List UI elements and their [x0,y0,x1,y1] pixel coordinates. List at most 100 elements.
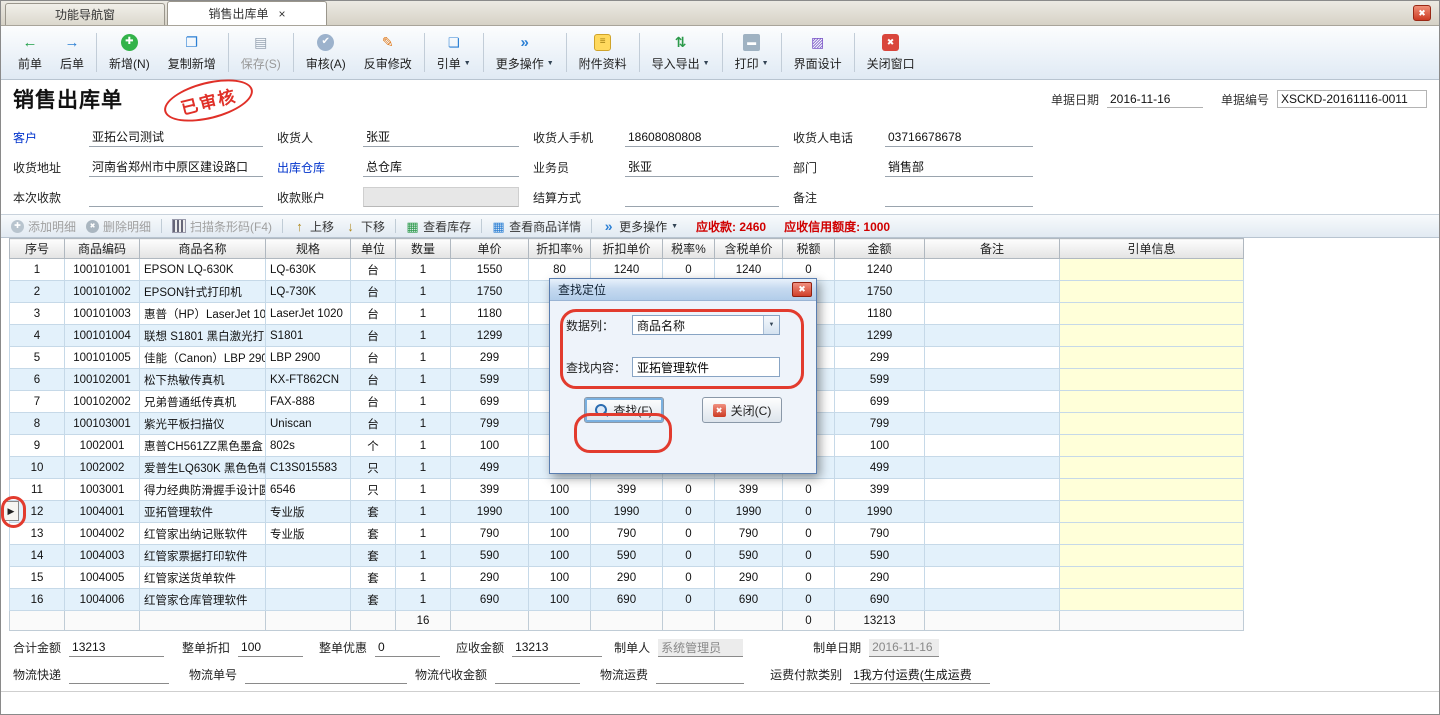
doc-date-field[interactable]: 2016-11-16 [1107,90,1203,108]
cell[interactable]: 1002002 [65,457,140,479]
cell[interactable]: S1801 [266,325,351,347]
footer-value[interactable]: 系统管理员 [658,639,743,657]
cell[interactable]: 100 [451,435,529,457]
cell[interactable]: 0 [783,567,835,589]
cell[interactable]: 1180 [451,303,529,325]
cell[interactable]: 1 [396,369,451,391]
toolbar-button-pull[interactable]: ❏引单▼ [428,28,480,77]
cell[interactable]: 惠普（HP）LaserJet 1020 [140,303,266,325]
detail-button-dmore[interactable]: »更多操作▼ [602,218,678,235]
cell[interactable]: 100 [529,501,591,523]
footer-value[interactable] [656,666,744,684]
cell[interactable]: 499 [451,457,529,479]
detail-button-down[interactable]: ↓下移 [344,218,385,235]
column-header[interactable]: 税额 [783,239,835,259]
cell[interactable]: 100 [529,589,591,611]
cell[interactable] [1060,347,1244,369]
cell[interactable]: 799 [451,413,529,435]
cell[interactable] [1060,457,1244,479]
field-payment-account[interactable] [363,187,519,207]
cell[interactable]: 699 [835,391,925,413]
footer-value[interactable]: 2016-11-16 [869,639,939,657]
cell[interactable]: 1990 [451,501,529,523]
search-content-input[interactable] [632,357,780,377]
cell[interactable]: 16 [10,589,65,611]
cell[interactable]: 9 [10,435,65,457]
cell[interactable]: 个 [351,435,396,457]
cell[interactable]: EPSON针式打印机 [140,281,266,303]
cell[interactable]: 1 [396,347,451,369]
cell[interactable]: 1 [396,479,451,501]
cell[interactable]: 590 [715,545,783,567]
toolbar-button-print[interactable]: ▬打印▼ [726,28,778,77]
cell[interactable]: 8 [10,413,65,435]
cell[interactable]: 套 [351,501,396,523]
cell[interactable]: 套 [351,545,396,567]
cell[interactable]: 6546 [266,479,351,501]
cell[interactable]: 惠普CH561ZZ黑色墨盒 [140,435,266,457]
field-consignee[interactable]: 张亚 [363,127,519,147]
cell[interactable]: 0 [663,523,715,545]
table-row[interactable]: 111003001得力经典防滑握手设计圆6546只139910039903990… [10,479,1244,501]
cell[interactable]: 15 [10,567,65,589]
cell[interactable]: 爱普生LQ630K 黑色色带 [140,457,266,479]
column-header[interactable]: 规格 [266,239,351,259]
field-remark[interactable] [885,187,1033,207]
cell[interactable]: 4 [10,325,65,347]
chevron-down-icon[interactable]: ▼ [763,316,779,334]
cell[interactable] [925,325,1060,347]
detail-button-delrow[interactable]: ✖删除明细 [86,218,151,235]
cell[interactable]: 0 [663,479,715,501]
cell[interactable] [1060,303,1244,325]
cell[interactable]: 2 [10,281,65,303]
cell[interactable] [1060,435,1244,457]
cell[interactable]: 590 [835,545,925,567]
cell[interactable]: 0 [663,501,715,523]
cell[interactable] [925,435,1060,457]
field-current-payment[interactable] [89,187,263,207]
cell[interactable] [1060,523,1244,545]
cell[interactable]: LBP 2900 [266,347,351,369]
cell[interactable]: 台 [351,369,396,391]
cell[interactable]: 0 [783,479,835,501]
cell[interactable]: 699 [451,391,529,413]
cell[interactable]: 100 [529,545,591,567]
cell[interactable] [925,567,1060,589]
cell[interactable]: LQ-630K [266,259,351,281]
cell[interactable]: 0 [663,545,715,567]
cell[interactable]: 499 [835,457,925,479]
cell[interactable] [1060,325,1244,347]
cell[interactable]: 台 [351,325,396,347]
cell[interactable]: 台 [351,413,396,435]
cell[interactable] [925,523,1060,545]
cell[interactable]: 790 [451,523,529,545]
toolbar-button-design[interactable]: ▨界面设计 [785,28,851,77]
column-header[interactable]: 含税单价 [715,239,783,259]
cell[interactable]: LQ-730K [266,281,351,303]
cell[interactable]: 100 [529,479,591,501]
cell[interactable]: 399 [591,479,663,501]
tab-close-icon[interactable]: × [279,8,286,20]
cell[interactable] [266,567,351,589]
cell[interactable]: 1990 [715,501,783,523]
cell[interactable]: 100101001 [65,259,140,281]
footer-value[interactable] [495,666,580,684]
field-warehouse[interactable]: 总仓库 [363,157,519,177]
footer-value[interactable]: 1我方付运费(生成运费 [850,666,990,684]
cell[interactable]: 100 [529,567,591,589]
cell[interactable]: 1750 [451,281,529,303]
column-header[interactable]: 商品编码 [65,239,140,259]
cell[interactable] [1060,413,1244,435]
cell[interactable]: 1 [10,259,65,281]
cell[interactable] [925,303,1060,325]
table-row[interactable]: 151004005红管家送货单软件套129010029002900290 [10,567,1244,589]
column-header[interactable]: 引单信息 [1060,239,1244,259]
cell[interactable]: 100101005 [65,347,140,369]
cell[interactable]: 13 [10,523,65,545]
column-header[interactable]: 税率% [663,239,715,259]
footer-value[interactable] [245,666,407,684]
cell[interactable] [925,391,1060,413]
column-header[interactable]: 金额 [835,239,925,259]
footer-value[interactable]: 0 [375,639,440,657]
column-header[interactable]: 备注 [925,239,1060,259]
